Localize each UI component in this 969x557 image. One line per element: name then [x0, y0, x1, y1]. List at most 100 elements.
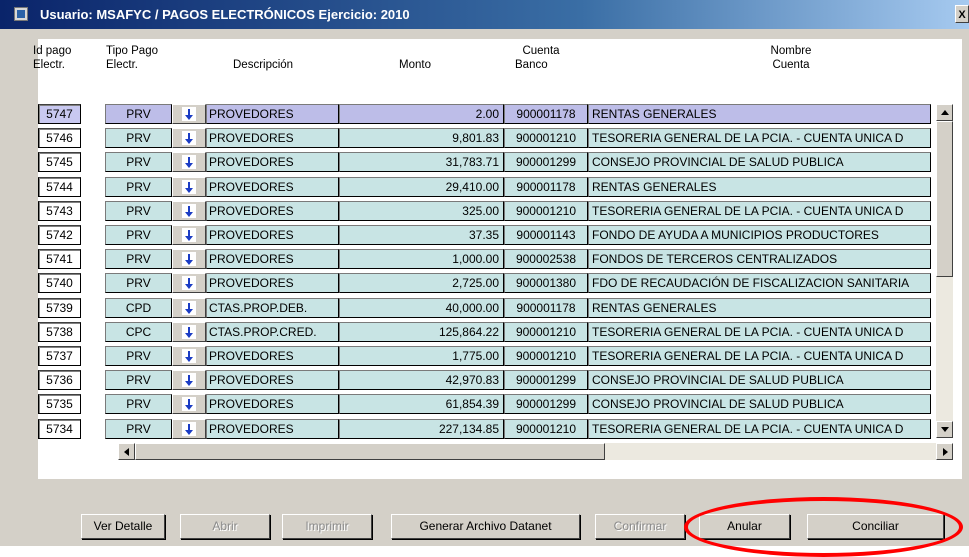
row-id[interactable]: 5741	[38, 249, 81, 269]
row-detail-button[interactable]	[172, 298, 206, 318]
table-row[interactable]: CPC CTAS.PROP.CRED. 125,864.22 900001210 TES…	[105, 322, 931, 342]
row-detail-button[interactable]	[172, 152, 206, 172]
row-detail-button[interactable]	[172, 273, 206, 293]
monto-cell[interactable]: 1,775.00	[339, 346, 504, 366]
nombre-cuenta-cell[interactable]: TESORERIA GENERAL DE LA PCIA. - CUENTA U…	[588, 419, 931, 439]
nombre-cuenta-cell[interactable]: CONSEJO PROVINCIAL DE SALUD PUBLICA	[588, 370, 931, 390]
nombre-cuenta-cell[interactable]: RENTAS GENERALES	[588, 177, 931, 197]
nombre-cuenta-cell[interactable]: FONDOS DE TERCEROS CENTRALIZADOS	[588, 249, 931, 269]
nombre-cuenta-cell[interactable]: TESORERIA GENERAL DE LA PCIA. - CUENTA U…	[588, 128, 931, 148]
scroll-left-button[interactable]	[118, 443, 135, 460]
abrir-button[interactable]: Abrir	[180, 514, 270, 539]
table-row[interactable]: PRV PROVEDORES 325.00 900001210 TESORERIA GE…	[105, 201, 931, 221]
descripcion-cell[interactable]: PROVEDORES	[206, 128, 339, 148]
row-detail-button[interactable]	[172, 104, 206, 124]
row-id[interactable]: 5736	[38, 370, 81, 390]
row-detail-button[interactable]	[172, 370, 206, 390]
tipo-cell[interactable]: PRV	[105, 152, 172, 172]
row-id[interactable]: 5744	[38, 177, 81, 197]
monto-cell[interactable]: 325.00	[339, 201, 504, 221]
cuenta-cell[interactable]: 900001299	[504, 394, 588, 414]
vertical-scroll-thumb[interactable]	[936, 121, 953, 277]
cuenta-cell[interactable]: 900001299	[504, 152, 588, 172]
close-button[interactable]: X	[955, 5, 969, 23]
descripcion-cell[interactable]: PROVEDORES	[206, 370, 339, 390]
anular-button[interactable]: Anular	[699, 514, 790, 539]
table-row[interactable]: PRV PROVEDORES 42,970.83 900001299 CONSEJO P…	[105, 370, 931, 390]
tipo-cell[interactable]: CPD	[105, 298, 172, 318]
descripcion-cell[interactable]: PROVEDORES	[206, 394, 339, 414]
row-id[interactable]: 5745	[38, 152, 81, 172]
monto-cell[interactable]: 125,864.22	[339, 322, 504, 342]
cuenta-cell[interactable]: 900001210	[504, 128, 588, 148]
cuenta-cell[interactable]: 900001143	[504, 225, 588, 245]
confirmar-button[interactable]: Confirmar	[595, 514, 685, 539]
table-row[interactable]: PRV PROVEDORES 227,134.85 900001210 TESORERI…	[105, 419, 931, 439]
descripcion-cell[interactable]: PROVEDORES	[206, 346, 339, 366]
row-id[interactable]: 5737	[38, 346, 81, 366]
table-row[interactable]: PRV PROVEDORES 37.35 900001143 FONDO DE AYUD…	[105, 225, 931, 245]
tipo-cell[interactable]: PRV	[105, 346, 172, 366]
descripcion-cell[interactable]: PROVEDORES	[206, 177, 339, 197]
cuenta-cell[interactable]: 900001210	[504, 419, 588, 439]
row-detail-button[interactable]	[172, 177, 206, 197]
descripcion-cell[interactable]: PROVEDORES	[206, 225, 339, 245]
table-row[interactable]: PRV PROVEDORES 2.00 900001178 RENTAS GENERAL…	[105, 104, 931, 124]
row-id[interactable]: 5740	[38, 273, 81, 293]
nombre-cuenta-cell[interactable]: TESORERIA GENERAL DE LA PCIA. - CUENTA U…	[588, 201, 931, 221]
monto-cell[interactable]: 42,970.83	[339, 370, 504, 390]
monto-cell[interactable]: 2.00	[339, 104, 504, 124]
scroll-right-button[interactable]	[936, 443, 953, 460]
row-detail-button[interactable]	[172, 225, 206, 245]
tipo-cell[interactable]: PRV	[105, 225, 172, 245]
row-id[interactable]: 5746	[38, 128, 81, 148]
nombre-cuenta-cell[interactable]: RENTAS GENERALES	[588, 298, 931, 318]
descripcion-cell[interactable]: PROVEDORES	[206, 201, 339, 221]
cuenta-cell[interactable]: 900001210	[504, 346, 588, 366]
cuenta-cell[interactable]: 900001299	[504, 370, 588, 390]
row-detail-button[interactable]	[172, 346, 206, 366]
cuenta-cell[interactable]: 900001178	[504, 298, 588, 318]
cuenta-cell[interactable]: 900001178	[504, 104, 588, 124]
row-detail-button[interactable]	[172, 419, 206, 439]
monto-cell[interactable]: 227,134.85	[339, 419, 504, 439]
descripcion-cell[interactable]: CTAS.PROP.CRED.	[206, 322, 339, 342]
cuenta-cell[interactable]: 900001178	[504, 177, 588, 197]
monto-cell[interactable]: 1,000.00	[339, 249, 504, 269]
vertical-scrollbar[interactable]	[936, 104, 953, 438]
monto-cell[interactable]: 31,783.71	[339, 152, 504, 172]
cuenta-cell[interactable]: 900001380	[504, 273, 588, 293]
row-id[interactable]: 5734	[38, 419, 81, 439]
horizontal-scrollbar[interactable]	[118, 443, 953, 460]
scroll-down-button[interactable]	[936, 421, 953, 438]
nombre-cuenta-cell[interactable]: TESORERIA GENERAL DE LA PCIA. - CUENTA U…	[588, 346, 931, 366]
nombre-cuenta-cell[interactable]: FONDO DE AYUDA A MUNICIPIOS PRODUCTORES	[588, 225, 931, 245]
row-id[interactable]: 5739	[38, 298, 81, 318]
table-row[interactable]: PRV PROVEDORES 61,854.39 900001299 CONSEJO P…	[105, 394, 931, 414]
row-id[interactable]: 5735	[38, 394, 81, 414]
tipo-cell[interactable]: PRV	[105, 177, 172, 197]
row-detail-button[interactable]	[172, 249, 206, 269]
tipo-cell[interactable]: PRV	[105, 128, 172, 148]
nombre-cuenta-cell[interactable]: FDO DE RECAUDACIÓN DE FISCALIZACION SANI…	[588, 273, 931, 293]
nombre-cuenta-cell[interactable]: TESORERIA GENERAL DE LA PCIA. - CUENTA U…	[588, 322, 931, 342]
descripcion-cell[interactable]: PROVEDORES	[206, 104, 339, 124]
row-detail-button[interactable]	[172, 128, 206, 148]
conciliar-button[interactable]: Conciliar	[807, 514, 944, 539]
nombre-cuenta-cell[interactable]: CONSEJO PROVINCIAL DE SALUD PUBLICA	[588, 152, 931, 172]
row-detail-button[interactable]	[172, 322, 206, 342]
descripcion-cell[interactable]: CTAS.PROP.DEB.	[206, 298, 339, 318]
nombre-cuenta-cell[interactable]: RENTAS GENERALES	[588, 104, 931, 124]
tipo-cell[interactable]: PRV	[105, 394, 172, 414]
descripcion-cell[interactable]: PROVEDORES	[206, 273, 339, 293]
row-detail-button[interactable]	[172, 201, 206, 221]
table-row[interactable]: PRV PROVEDORES 29,410.00 900001178 RENTAS GE…	[105, 177, 931, 197]
cuenta-cell[interactable]: 900001210	[504, 201, 588, 221]
nombre-cuenta-cell[interactable]: CONSEJO PROVINCIAL DE SALUD PUBLICA	[588, 394, 931, 414]
horizontal-scroll-thumb[interactable]	[135, 443, 605, 460]
cuenta-cell[interactable]: 900001210	[504, 322, 588, 342]
monto-cell[interactable]: 9,801.83	[339, 128, 504, 148]
table-row[interactable]: PRV PROVEDORES 31,783.71 900001299 CONSEJO P…	[105, 152, 931, 172]
monto-cell[interactable]: 40,000.00	[339, 298, 504, 318]
tipo-cell[interactable]: PRV	[105, 104, 172, 124]
